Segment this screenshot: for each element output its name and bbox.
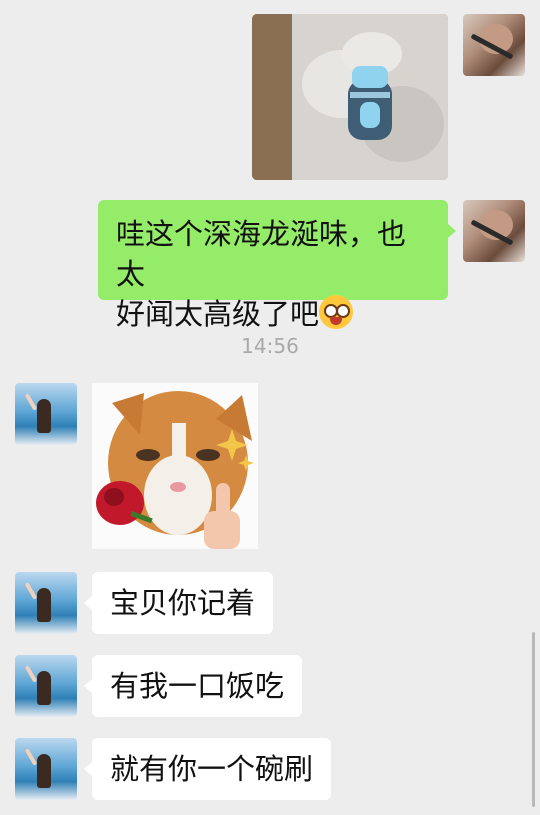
star-struck-emoji-icon	[319, 295, 354, 329]
contact-avatar[interactable]	[15, 738, 77, 800]
message-bubble-me[interactable]: 哇这个深海龙涎味，也太 好闻太高级了吧	[98, 200, 448, 331]
message-image-me[interactable]	[252, 14, 448, 180]
my-avatar[interactable]	[463, 14, 525, 76]
avatar-person	[37, 588, 51, 622]
contact-avatar[interactable]	[15, 655, 77, 717]
bubble-tail	[448, 224, 456, 238]
avatar-arm	[24, 748, 38, 766]
contact-avatar[interactable]	[15, 383, 77, 445]
bubble-tail	[84, 762, 92, 776]
avatar-arm	[24, 393, 38, 411]
message-bubble-contact[interactable]: 就有你一个碗刷	[92, 738, 332, 800]
my-avatar[interactable]	[463, 200, 525, 262]
timestamp: 14:56	[241, 334, 299, 358]
message-bubble-contact[interactable]: 有我一口饭吃	[92, 655, 303, 717]
message-sticker[interactable]	[92, 383, 258, 549]
avatar-person	[37, 754, 51, 788]
message-line-1: 哇这个深海龙涎味，也太	[116, 217, 407, 291]
avatar-arm	[24, 582, 38, 600]
bubble-tail	[84, 596, 92, 610]
avatar-person	[37, 671, 51, 705]
scrollbar[interactable]	[532, 632, 535, 807]
package-photo	[252, 14, 448, 180]
message-line-2-text: 好闻太高级了吧	[116, 297, 320, 331]
avatar-person	[37, 399, 51, 433]
cat-rose-sticker	[92, 383, 258, 549]
avatar-arm	[24, 665, 38, 683]
contact-avatar[interactable]	[15, 572, 77, 634]
bubble-tail	[84, 679, 92, 693]
message-line-2: 好闻太高级了吧	[116, 294, 430, 334]
message-bubble-contact[interactable]: 宝贝你记着	[92, 572, 274, 634]
